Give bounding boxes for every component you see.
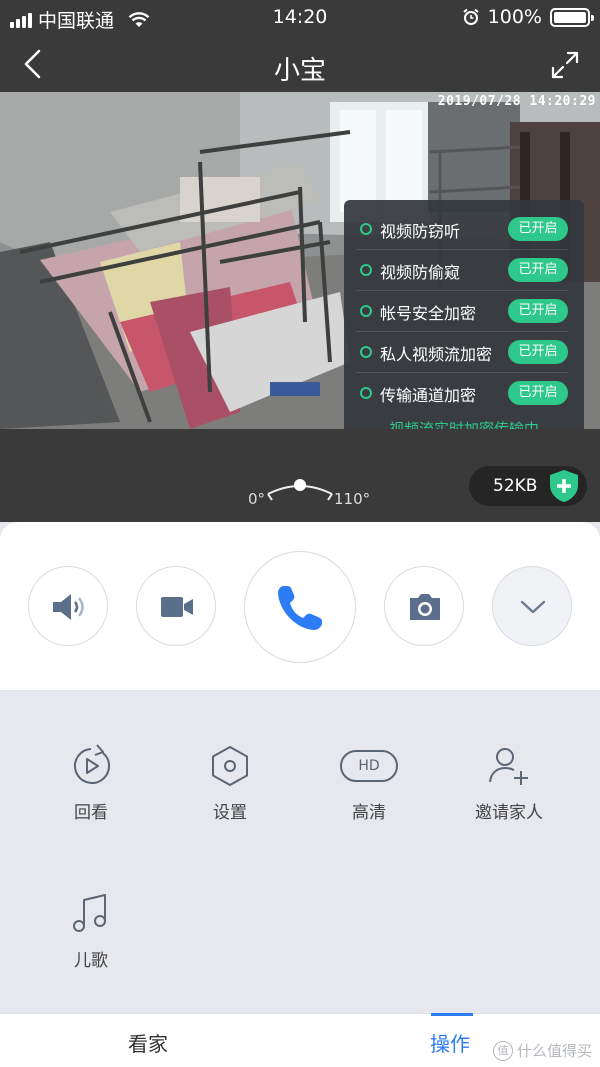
status-dot-icon (360, 223, 372, 235)
status-badge: 已开启 (508, 340, 568, 364)
grid-item-label: 回看 (74, 803, 108, 823)
grid-item-label: 儿歌 (74, 951, 108, 971)
grid-item-label: 设置 (213, 803, 247, 823)
status-bar: 中国联通 14:20 100% (0, 0, 600, 36)
security-item-label: 私人视频流加密 (380, 345, 493, 364)
hd-icon-text: HD (340, 750, 398, 782)
status-badge: 已开启 (508, 299, 568, 323)
shield-plus-icon (550, 470, 578, 502)
grid-item-label: 高清 (352, 803, 386, 823)
tab-operations[interactable]: 操作 (430, 1028, 470, 1057)
status-dot-icon (360, 387, 372, 399)
tab-bar: 看家 操作 值 什么值得买 (0, 1013, 600, 1067)
security-item: 私人视频流加密 已开启 (344, 331, 584, 373)
security-item-label: 视频防窃听 (380, 222, 461, 241)
watermark-text: 什么值得买 (516, 1042, 592, 1060)
video-timestamp: 2019/07/28 14:20:29 (437, 94, 596, 109)
speaker-button[interactable] (28, 566, 108, 646)
security-item: 传输通道加密 已开启 (344, 372, 584, 414)
status-badge: 已开启 (508, 217, 568, 241)
status-dot-icon (360, 305, 372, 317)
nav-bar: 小宝 (0, 36, 600, 92)
camera-icon (410, 594, 440, 620)
grid-item-hd[interactable]: HD 高清 (309, 744, 429, 823)
security-item-label: 视频防偷窥 (380, 263, 461, 282)
battery-icon (550, 7, 594, 27)
view-angle-slider[interactable]: 0° 110° (246, 476, 376, 512)
tab-home[interactable]: 看家 (128, 1028, 168, 1057)
security-item: 视频防窃听 已开启 (344, 208, 584, 250)
alarm-icon (463, 8, 479, 25)
chevron-down-icon (520, 600, 546, 614)
fullscreen-icon[interactable] (550, 50, 580, 80)
grid-item-replay[interactable]: 回看 (31, 744, 151, 823)
music-note-icon (73, 894, 106, 932)
battery-percent: 100% (487, 6, 542, 28)
security-item-label: 帐号安全加密 (380, 304, 477, 323)
replay-icon (74, 744, 110, 784)
status-badge: 已开启 (508, 258, 568, 282)
security-panel: 视频防窃听 已开启 视频防偷窥 已开启 帐号安全加密 已开启 私人视频流加密 已… (344, 200, 584, 446)
grid-item-kids-songs[interactable]: 儿歌 (31, 892, 151, 971)
more-button[interactable] (492, 566, 572, 646)
status-dot-icon (360, 264, 372, 276)
settings-hexagon-icon (212, 746, 248, 786)
add-person-icon (489, 748, 528, 785)
security-item: 视频防偷窥 已开启 (344, 249, 584, 291)
video-camera-icon (161, 597, 193, 617)
watermark: 值 什么值得买 (492, 1040, 592, 1061)
security-item-label: 传输通道加密 (380, 386, 477, 405)
watermark-badge: 值 (492, 1040, 513, 1061)
record-button[interactable] (136, 566, 216, 646)
hd-icon: HD (340, 744, 398, 788)
data-rate-label: 52KB (493, 476, 538, 496)
control-panel (0, 522, 600, 690)
screenshot-button[interactable] (384, 566, 464, 646)
data-rate-badge[interactable]: 52KB (469, 466, 587, 506)
page-title: 小宝 (273, 56, 326, 86)
phone-icon (278, 586, 322, 630)
grid-item-settings[interactable]: 设置 (170, 744, 290, 823)
angle-min-label: 0° (248, 490, 266, 508)
active-tab-indicator (431, 1013, 473, 1016)
angle-max-label: 110° (334, 490, 371, 508)
call-button[interactable] (244, 551, 356, 663)
grid-item-invite-family[interactable]: 邀请家人 (449, 744, 569, 823)
status-dot-icon (360, 346, 372, 358)
grid-item-label: 邀请家人 (475, 803, 543, 823)
speaker-icon (53, 594, 84, 620)
security-item: 帐号安全加密 已开启 (344, 290, 584, 332)
status-badge: 已开启 (508, 381, 568, 405)
